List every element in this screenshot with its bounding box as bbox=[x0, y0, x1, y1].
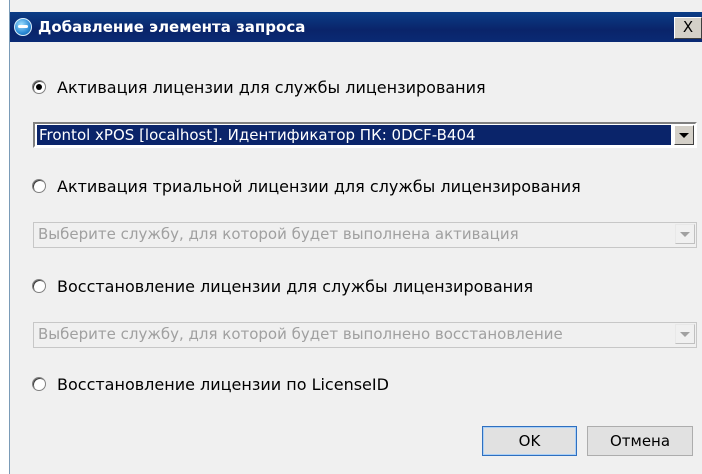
radio-label: Активация триальной лицензии для службы … bbox=[57, 176, 581, 196]
chevron-down-icon[interactable] bbox=[674, 125, 694, 145]
service-select-restore[interactable]: Выберите службу, для которой будет выпол… bbox=[33, 322, 697, 348]
service-select-activation[interactable]: Frontol xPOS [localhost]. Идентификатор … bbox=[33, 122, 697, 148]
select-placeholder: Выберите службу, для которой будет выпол… bbox=[38, 325, 563, 343]
radio-restore-license[interactable]: Восстановление лицензии для службы лицен… bbox=[32, 275, 533, 297]
close-icon[interactable]: X bbox=[674, 17, 702, 39]
radio-activate-license[interactable]: Активация лицензии для службы лицензиров… bbox=[32, 76, 486, 98]
select-value: Frontol xPOS [localhost]. Идентификатор … bbox=[37, 125, 671, 145]
radio-restore-by-licenseid[interactable]: Восстановление лицензии по LicenseID bbox=[32, 373, 389, 395]
dialog-window: Добавление элемента запроса X Активация … bbox=[9, 0, 702, 474]
radio-button[interactable] bbox=[32, 279, 46, 293]
service-select-trial[interactable]: Выберите службу, для которой будет выпол… bbox=[33, 222, 697, 248]
select-placeholder: Выберите службу, для которой будет выпол… bbox=[38, 225, 519, 243]
radio-button[interactable] bbox=[32, 80, 46, 94]
radio-label: Восстановление лицензии для службы лицен… bbox=[57, 276, 534, 296]
cancel-button[interactable]: Отмена bbox=[587, 426, 693, 456]
chevron-down-icon[interactable] bbox=[675, 224, 695, 244]
radio-button[interactable] bbox=[32, 179, 46, 193]
app-globe-icon bbox=[14, 18, 32, 36]
radio-label: Активация лицензии для службы лицензиров… bbox=[57, 77, 486, 97]
title-bar[interactable]: Добавление элемента запроса X bbox=[10, 12, 702, 42]
ok-button[interactable]: OK bbox=[482, 426, 577, 456]
chevron-down-icon[interactable] bbox=[675, 324, 695, 344]
radio-trial-license[interactable]: Активация триальной лицензии для службы … bbox=[32, 175, 581, 197]
radio-button[interactable] bbox=[32, 377, 46, 391]
dialog-title: Добавление элемента запроса bbox=[38, 18, 306, 36]
radio-label: Восстановление лицензии по LicenseID bbox=[57, 374, 389, 394]
